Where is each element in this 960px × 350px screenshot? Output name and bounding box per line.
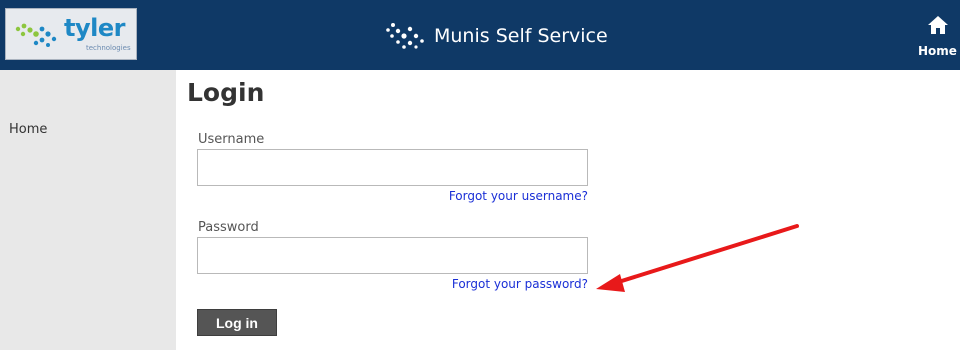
annotation-arrow-icon: [596, 224, 799, 292]
